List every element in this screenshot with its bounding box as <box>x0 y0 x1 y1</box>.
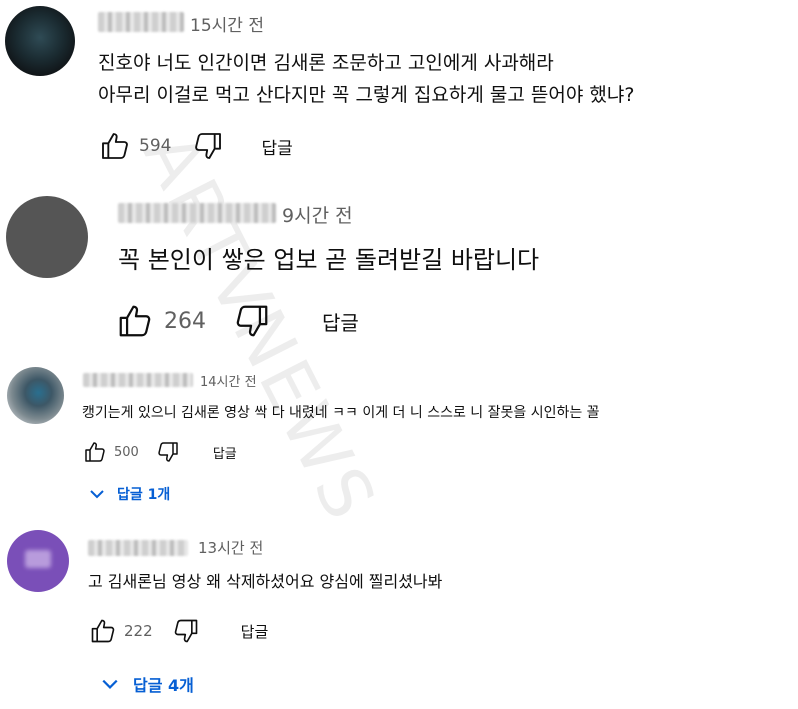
author-name[interactable] <box>118 203 276 223</box>
comment-time[interactable]: 15시간 전 <box>190 11 264 36</box>
thumbs-down-icon <box>158 442 178 462</box>
comment-time[interactable]: 14시간 전 <box>200 371 257 390</box>
thumbs-up-icon <box>91 619 115 643</box>
reply-button[interactable]: 답글 <box>322 307 359 336</box>
like-count: 500 <box>114 444 139 460</box>
view-replies-button[interactable]: 답글 1개 <box>89 484 170 504</box>
replies-label: 답글 1개 <box>117 487 171 503</box>
author-name[interactable] <box>88 540 188 556</box>
like-button[interactable] <box>98 130 132 162</box>
reply-button[interactable]: 답글 <box>261 134 292 159</box>
chevron-down-icon <box>102 679 118 689</box>
dislike-button[interactable] <box>232 302 272 340</box>
like-count: 264 <box>164 308 206 334</box>
reply-button[interactable]: 답글 <box>241 621 269 642</box>
comment-time[interactable]: 13시간 전 <box>198 537 263 558</box>
avatar[interactable] <box>6 196 88 278</box>
dislike-button[interactable] <box>171 617 201 645</box>
avatar[interactable] <box>5 6 75 76</box>
reply-button[interactable]: 답글 <box>213 443 237 462</box>
comment-text: 고 김새론님 영상 왜 삭제하셨어요 양심에 찔리셨나봐 <box>88 572 443 591</box>
thumbs-up-icon <box>119 305 151 337</box>
thumbs-down-icon <box>236 305 268 337</box>
thumbs-down-icon <box>174 619 197 643</box>
like-count: 222 <box>124 622 153 640</box>
thumbs-up-icon <box>85 442 105 462</box>
like-button[interactable] <box>115 302 155 340</box>
comment-text: 진호야 너도 인간이면 김새론 조문하고 고인에게 사과해라 아무리 이걸로 먹… <box>98 52 635 106</box>
replies-label: 답글 4개 <box>133 676 194 695</box>
thumbs-down-icon <box>195 133 222 159</box>
like-button[interactable] <box>82 440 108 464</box>
author-name[interactable] <box>98 12 184 32</box>
author-name[interactable] <box>83 373 193 387</box>
view-replies-button[interactable]: 답글 4개 <box>101 672 194 696</box>
chevron-down-icon <box>90 490 104 499</box>
comment-text: 캥기는게 있으니 김새론 영상 싹 다 내렸네 ㅋㅋ 이게 더 니 스스로 니 … <box>82 405 600 421</box>
comment-text: 꼭 본인이 쌓은 업보 곧 돌려받길 바랍니다 <box>118 246 540 274</box>
like-count: 594 <box>139 136 172 156</box>
dislike-button[interactable] <box>155 440 181 464</box>
like-button[interactable] <box>88 617 118 645</box>
comment-actions: 264 답글 <box>115 302 359 340</box>
thumbs-up-icon <box>102 133 128 159</box>
dislike-button[interactable] <box>191 130 225 162</box>
comment-time[interactable]: 9시간 전 <box>282 201 353 228</box>
avatar-initials <box>25 550 51 568</box>
comment-actions: 222 답글 <box>88 617 268 645</box>
avatar[interactable] <box>7 367 64 424</box>
comment-actions: 500 답글 <box>82 439 237 465</box>
comment-actions: 594 답글 <box>98 130 293 162</box>
